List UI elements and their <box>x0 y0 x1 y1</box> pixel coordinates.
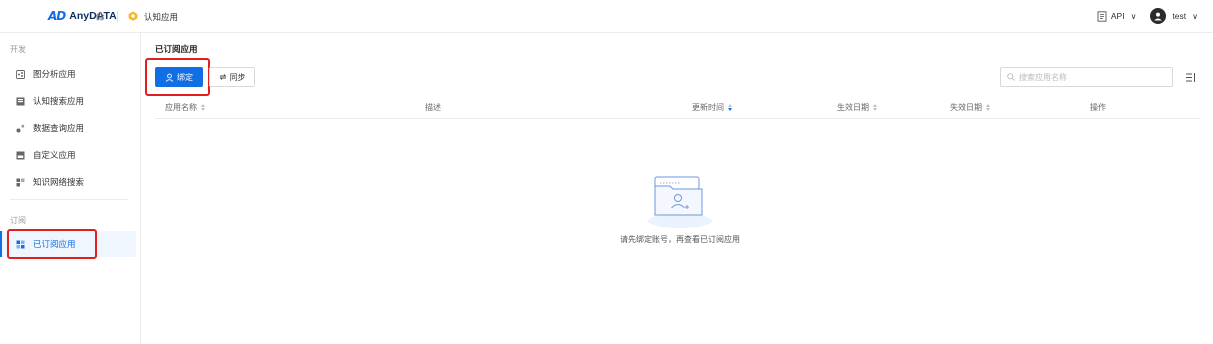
sort-icon[interactable] <box>986 104 990 111</box>
header-divider <box>117 11 118 22</box>
sidebar-item-custom-app[interactable]: 自定义应用 <box>0 142 136 168</box>
active-indicator <box>0 231 2 257</box>
column-header-effective-date[interactable]: 生效日期 <box>837 102 877 113</box>
sort-icon[interactable] <box>201 104 205 111</box>
breadcrumb[interactable]: 认知应用 <box>144 11 178 23</box>
column-header-label: 操作 <box>1090 103 1106 112</box>
logo-text: AnyDATA <box>69 10 117 22</box>
sidebar-item-cognitive-search[interactable]: 认知搜索应用 <box>0 88 136 114</box>
group-label-subscribe: 订阅 <box>10 216 26 225</box>
column-header-label: 生效日期 <box>837 103 869 112</box>
column-header-label: 描述 <box>425 103 441 112</box>
sync-icon <box>218 74 227 80</box>
chevron-down-icon[interactable]: ∨ <box>1192 12 1198 21</box>
sidebar-item-label: 数据查询应用 <box>33 123 85 133</box>
search-input[interactable] <box>1019 72 1159 82</box>
header-right: API ∨ test ∨ <box>1097 8 1198 24</box>
page-title: 已订阅应用 <box>155 44 198 54</box>
group-label-dev: 开发 <box>10 45 26 54</box>
chevron-down-icon[interactable]: ∨ <box>1131 12 1137 21</box>
column-header-expiry-date[interactable]: 失效日期 <box>950 102 990 113</box>
sidebar-item-label: 认知搜索应用 <box>33 96 85 106</box>
column-header-label: 应用名称 <box>165 103 197 112</box>
knowledge-network-icon <box>16 178 25 186</box>
sidebar: 开发 图分析应用 认知搜索应用 数据查询应用 自定义应用 知识网络搜索 订阅 已… <box>0 33 141 344</box>
column-header-actions: 操作 <box>1090 102 1106 113</box>
sort-icon[interactable] <box>873 104 877 111</box>
sidebar-item-label: 自定义应用 <box>33 150 76 160</box>
sidebar-item-graph-analysis[interactable]: 图分析应用 <box>0 61 136 87</box>
graph-analysis-icon <box>16 69 25 79</box>
column-header-label: 失效日期 <box>950 103 982 112</box>
highlight-box-sidebar <box>7 229 97 259</box>
cognitive-search-icon <box>16 97 25 105</box>
sidebar-item-label: 知识网络搜索 <box>33 177 85 187</box>
search-box[interactable] <box>1000 67 1173 87</box>
sync-button-label: 同步 <box>229 72 246 82</box>
logo-mark: AD <box>48 9 66 23</box>
table-header: 应用名称 描述 更新时间 生效日期 失效日期 操作 <box>155 97 1200 119</box>
highlight-box-bind <box>145 58 210 96</box>
sync-button[interactable]: 同步 <box>209 67 255 87</box>
sidebar-item-data-query[interactable]: 数据查询应用 <box>0 115 136 141</box>
column-header-label: 更新时间 <box>692 103 724 112</box>
column-header-description: 描述 <box>425 102 441 113</box>
sort-icon[interactable] <box>728 104 732 111</box>
empty-state-message: 请先绑定账号，再查看已订阅应用 <box>620 235 740 244</box>
column-settings-icon[interactable] <box>1185 72 1196 83</box>
sidebar-divider <box>10 199 128 200</box>
top-header: AD AnyDATA 认知应用 API ∨ test ∨ <box>0 0 1213 33</box>
anydata-logo[interactable]: AD AnyDATA <box>48 9 117 23</box>
cognitive-app-icon <box>128 11 138 21</box>
data-query-icon <box>16 124 25 132</box>
search-icon <box>1007 73 1015 81</box>
empty-folder-icon <box>648 176 712 228</box>
sidebar-item-knowledge-network[interactable]: 知识网络搜索 <box>0 169 136 195</box>
column-header-update-time[interactable]: 更新时间 <box>692 102 732 113</box>
user-name[interactable]: test <box>1172 11 1186 21</box>
home-icon[interactable] <box>95 11 105 21</box>
sidebar-item-label: 图分析应用 <box>33 69 76 79</box>
custom-app-icon <box>16 151 25 159</box>
column-header-app-name[interactable]: 应用名称 <box>165 102 205 113</box>
user-avatar-icon[interactable] <box>1150 8 1167 24</box>
api-menu[interactable]: API <box>1111 11 1125 21</box>
api-doc-icon <box>1097 10 1107 22</box>
